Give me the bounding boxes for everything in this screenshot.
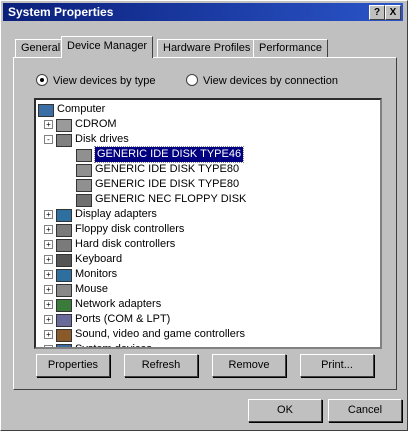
tree-item-label: Disk drives bbox=[75, 133, 129, 145]
tree-item[interactable]: + Monitors bbox=[36, 267, 376, 282]
tree-item-label: GENERIC IDE DISK TYPE80 bbox=[95, 178, 240, 190]
expand-icon[interactable]: + bbox=[44, 225, 53, 234]
tree-item-label: Monitors bbox=[75, 268, 118, 280]
collapse-icon[interactable]: - bbox=[44, 135, 53, 144]
tree-item-label: Mouse bbox=[75, 283, 109, 295]
tree-item[interactable]: GENERIC IDE DISK TYPE80 bbox=[36, 177, 376, 192]
monitor-icon bbox=[56, 269, 72, 282]
tree-item-label: Hard disk controllers bbox=[75, 238, 176, 250]
device-manager-panel: View devices by type View devices by con… bbox=[13, 57, 397, 390]
tab-performance[interactable]: Performance bbox=[253, 39, 328, 57]
scroll-up-button[interactable]: ▲ bbox=[380, 100, 382, 116]
floppy-icon bbox=[76, 194, 92, 207]
tree-item-label: CDROM bbox=[75, 118, 117, 130]
expand-icon[interactable]: + bbox=[44, 240, 53, 249]
tree-item-label: Display adapters bbox=[75, 208, 157, 220]
tree-item-label: Floppy disk controllers bbox=[75, 223, 185, 235]
tree-item[interactable]: + Keyboard bbox=[36, 252, 376, 267]
view-by-type-radio[interactable]: View devices by type bbox=[36, 74, 156, 87]
tab-general[interactable]: General bbox=[15, 39, 67, 57]
tree-item[interactable]: + Mouse bbox=[36, 282, 376, 297]
system-icon bbox=[56, 344, 72, 347]
tree-item-label: Sound, video and game controllers bbox=[75, 328, 245, 340]
tree-item-label: System devices bbox=[75, 343, 153, 349]
ok-button[interactable]: OK bbox=[248, 399, 322, 422]
disk-drive-icon bbox=[56, 134, 72, 147]
display-icon bbox=[56, 209, 72, 222]
tree-item-label: GENERIC NEC FLOPPY DISK bbox=[95, 193, 247, 205]
expand-icon[interactable]: + bbox=[44, 210, 53, 219]
sound-icon bbox=[56, 329, 72, 342]
computer-icon bbox=[38, 104, 54, 117]
mouse-icon bbox=[56, 284, 72, 297]
view-by-type-label: View devices by type bbox=[53, 75, 156, 87]
expand-icon[interactable]: + bbox=[44, 330, 53, 339]
hard-disk-icon bbox=[76, 149, 92, 162]
tree-item[interactable]: GENERIC IDE DISK TYPE80 bbox=[36, 162, 376, 177]
controller-icon bbox=[56, 224, 72, 237]
cdrom-icon bbox=[56, 119, 72, 132]
tree-item-label: Computer bbox=[57, 103, 106, 115]
device-tree[interactable]: Computer + CDROM - Disk drives GENERIC IDE DI… bbox=[34, 98, 382, 349]
expand-icon[interactable]: + bbox=[44, 345, 53, 347]
close-button[interactable]: X bbox=[385, 5, 401, 20]
expand-icon[interactable]: + bbox=[44, 285, 53, 294]
port-icon bbox=[56, 314, 72, 327]
hard-disk-icon bbox=[76, 164, 92, 177]
radio-selected-icon bbox=[36, 74, 48, 86]
tree-item[interactable]: + CDROM bbox=[36, 117, 376, 132]
help-button[interactable]: ? bbox=[369, 5, 385, 20]
system-properties-window: System Properties ? X General Device Man… bbox=[0, 0, 408, 431]
tree-item[interactable]: - Disk drives bbox=[36, 132, 376, 147]
tree-item[interactable]: + System devices bbox=[36, 342, 376, 349]
expand-icon[interactable]: + bbox=[44, 300, 53, 309]
tree-item-label: Keyboard bbox=[75, 253, 123, 265]
keyboard-icon bbox=[56, 254, 72, 267]
tree-item-label: Ports (COM & LPT) bbox=[75, 313, 171, 325]
remove-button[interactable]: Remove bbox=[212, 354, 286, 377]
tree-item[interactable]: + Display adapters bbox=[36, 207, 376, 222]
expand-icon[interactable]: + bbox=[44, 255, 53, 264]
tree-item[interactable]: + Hard disk controllers bbox=[36, 237, 376, 252]
tree-item-label: GENERIC IDE DISK TYPE80 bbox=[95, 163, 240, 175]
tree-item[interactable]: GENERIC IDE DISK TYPE46 bbox=[36, 146, 376, 163]
window-title: System Properties bbox=[8, 5, 114, 19]
scroll-down-button[interactable]: ▼ bbox=[380, 331, 382, 347]
hard-disk-icon bbox=[76, 179, 92, 192]
scroll-thumb[interactable] bbox=[380, 116, 382, 328]
tree-item[interactable]: + Ports (COM & LPT) bbox=[36, 312, 376, 327]
tree-item-label: GENERIC IDE DISK TYPE46 bbox=[93, 146, 245, 163]
tree-item[interactable]: + Floppy disk controllers bbox=[36, 222, 376, 237]
tree-item-label: Network adapters bbox=[75, 298, 162, 310]
view-by-connection-radio[interactable]: View devices by connection bbox=[186, 74, 338, 87]
radio-unselected-icon bbox=[186, 74, 198, 86]
expand-icon[interactable]: + bbox=[44, 270, 53, 279]
expand-icon[interactable]: + bbox=[44, 315, 53, 324]
expand-icon[interactable]: + bbox=[44, 120, 53, 129]
network-icon bbox=[56, 299, 72, 312]
view-by-connection-label: View devices by connection bbox=[203, 75, 338, 87]
controller-icon bbox=[56, 239, 72, 252]
tab-device-manager[interactable]: Device Manager bbox=[61, 36, 154, 58]
tree-item[interactable]: GENERIC NEC FLOPPY DISK bbox=[36, 192, 376, 207]
properties-button[interactable]: Properties bbox=[36, 354, 110, 377]
tree-item[interactable]: Computer bbox=[36, 102, 376, 117]
tree-item[interactable]: + Sound, video and game controllers bbox=[36, 327, 376, 342]
title-bar[interactable]: System Properties ? X bbox=[3, 3, 403, 21]
print-button[interactable]: Print... bbox=[300, 354, 374, 377]
refresh-button[interactable]: Refresh bbox=[124, 354, 198, 377]
cancel-button[interactable]: Cancel bbox=[328, 399, 402, 422]
tree-scrollbar[interactable]: ▲ ▼ bbox=[380, 100, 382, 347]
tree-item[interactable]: + Network adapters bbox=[36, 297, 376, 312]
tab-hardware-profiles[interactable]: Hardware Profiles bbox=[157, 39, 257, 57]
